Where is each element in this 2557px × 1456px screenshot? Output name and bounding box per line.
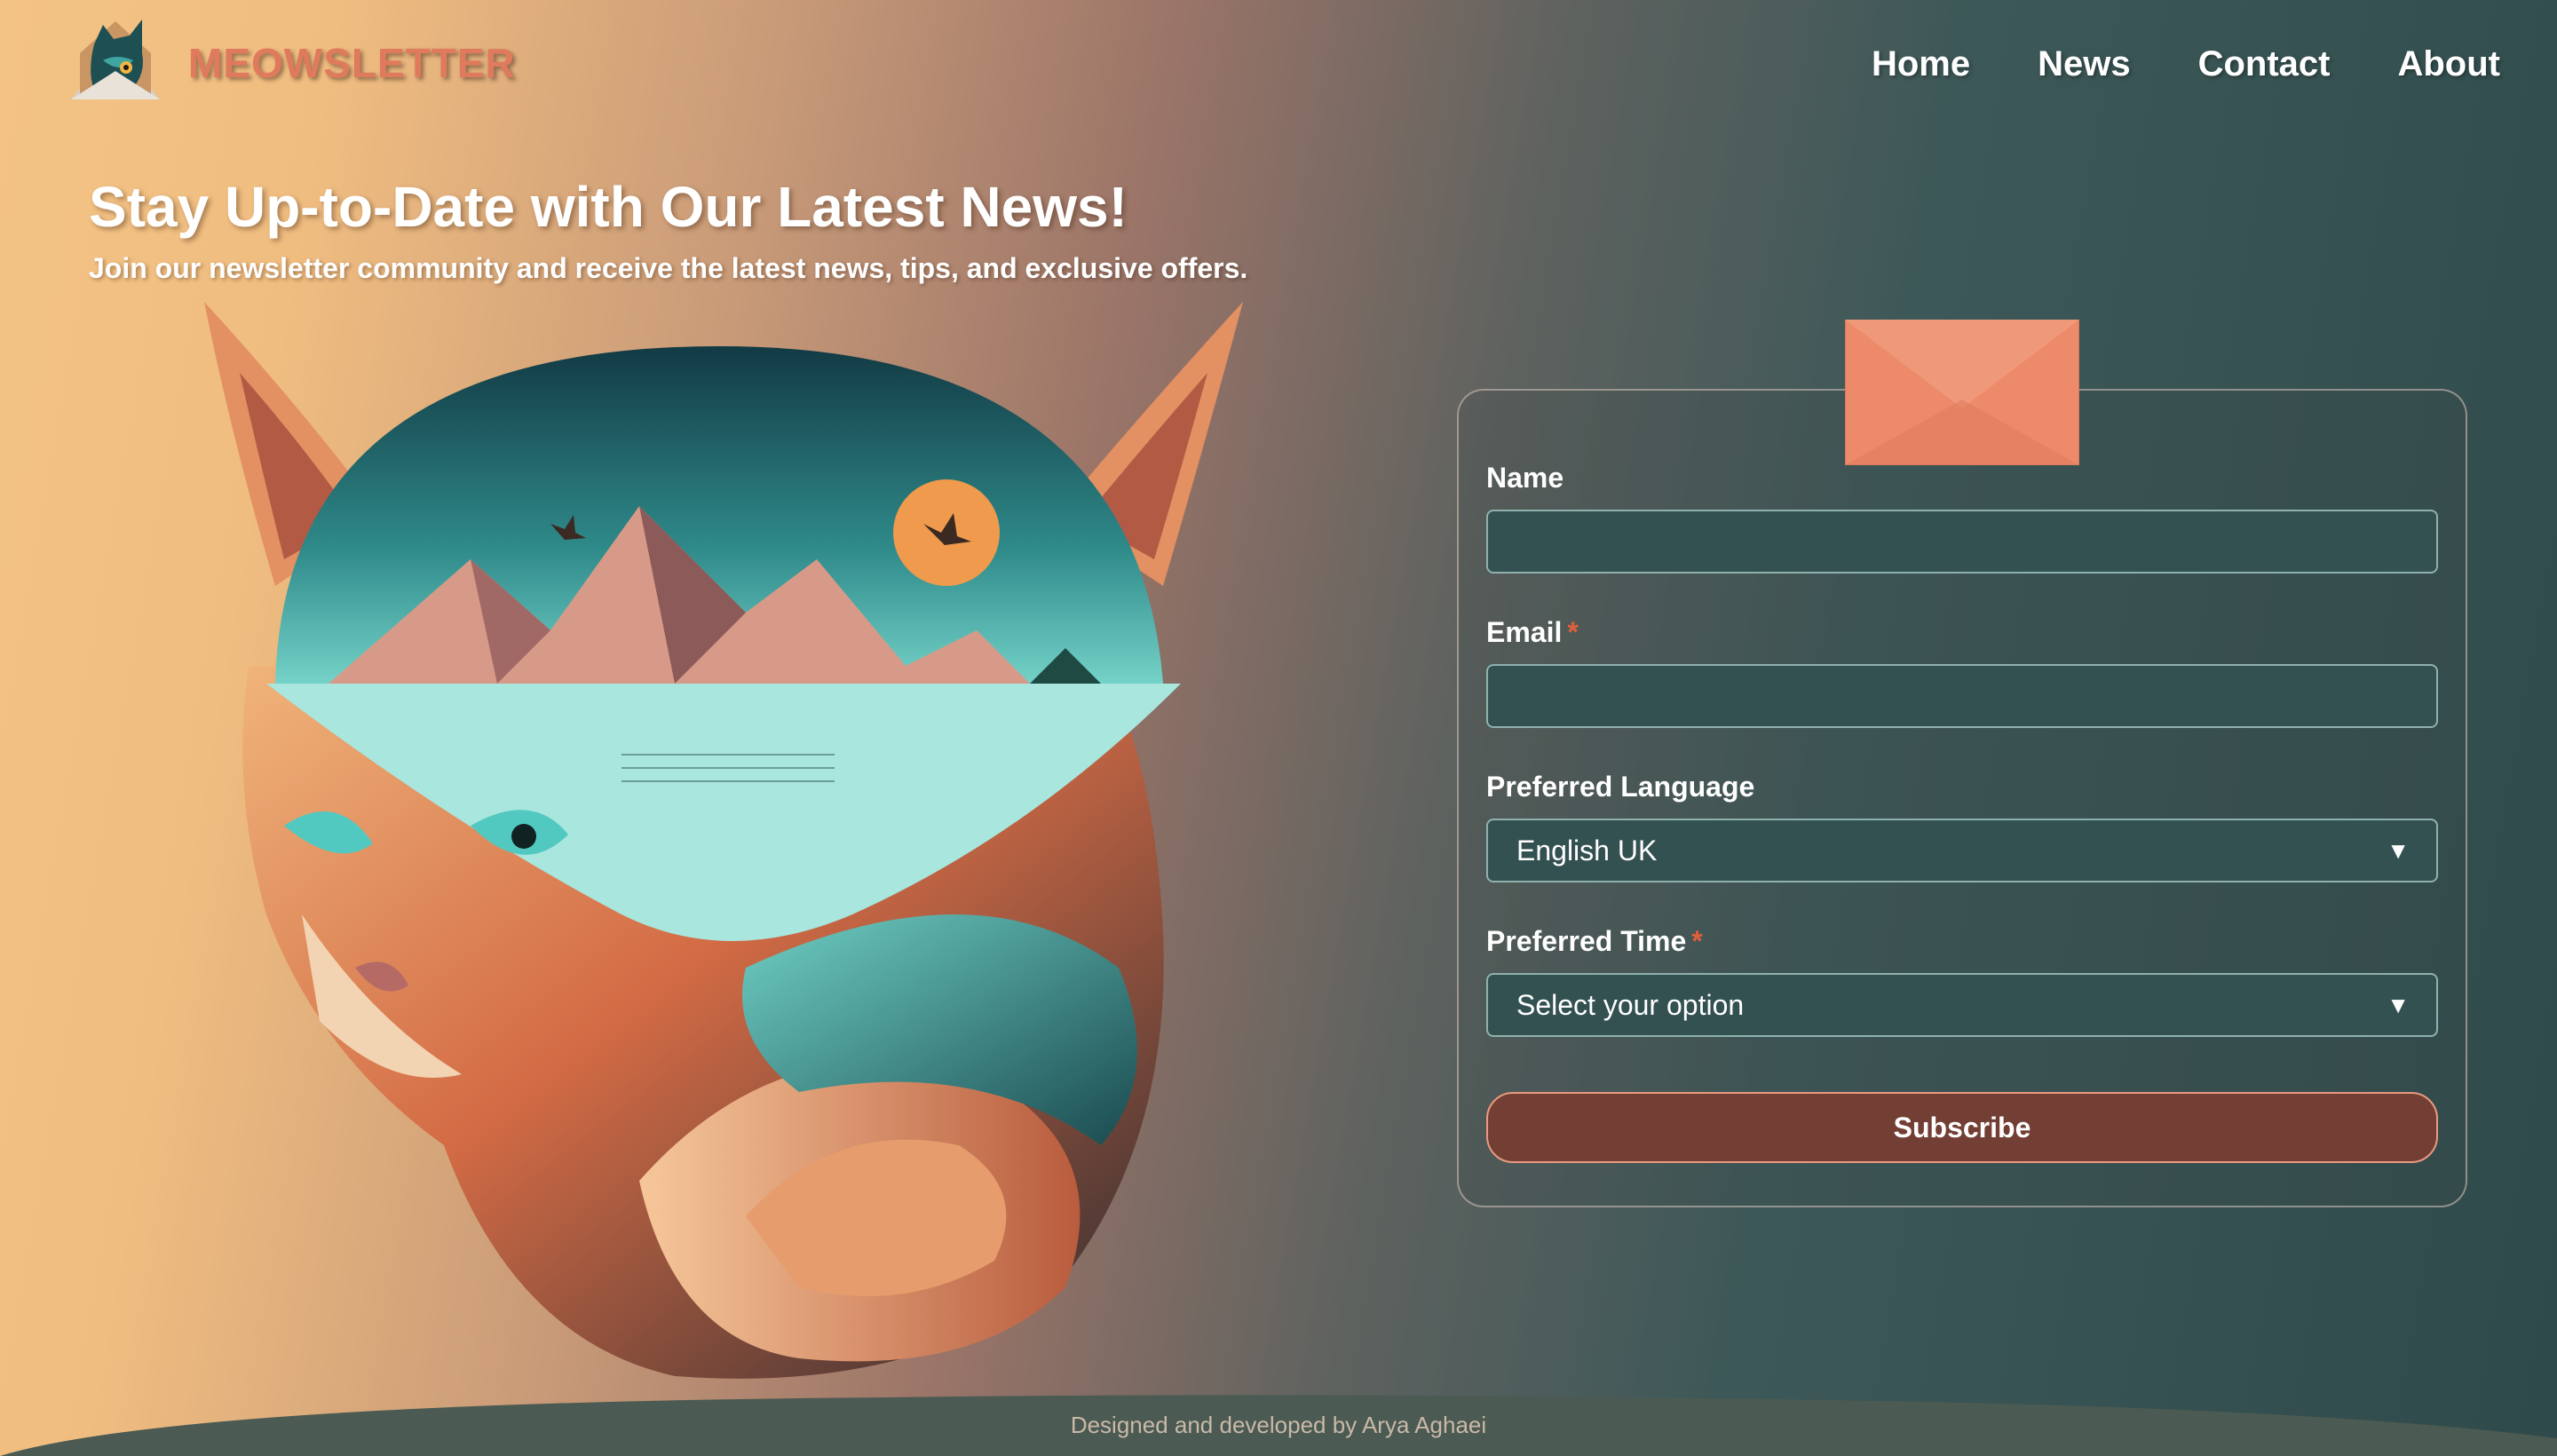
required-marker: * <box>1691 925 1703 957</box>
email-input[interactable] <box>1486 664 2438 728</box>
chevron-down-icon: ▼ <box>2387 836 2410 864</box>
time-label: Preferred Time * <box>1486 925 1703 958</box>
time-label-text: Preferred Time <box>1486 925 1687 957</box>
language-label: Preferred Language <box>1486 771 1755 803</box>
required-marker: * <box>1567 616 1579 648</box>
cat-illustration <box>204 302 1243 1379</box>
time-selected-value: Select your option <box>1516 988 1745 1021</box>
subscribe-button[interactable]: Subscribe <box>1486 1092 2438 1163</box>
hero-subtitle: Join our newsletter community and receiv… <box>89 252 1248 284</box>
nav-home-link[interactable]: Home <box>1872 44 1970 84</box>
envelope-icon <box>1845 320 2079 465</box>
language-selected-value: English UK <box>1516 834 1658 866</box>
hero-title: Stay Up-to-Date with Our Latest News! <box>89 175 1128 239</box>
footer-credit: Designed and developed by Arya Aghaei <box>1070 1412 1487 1438</box>
nav-contact-link[interactable]: Contact <box>2198 44 2331 84</box>
name-input[interactable] <box>1486 510 2438 574</box>
name-label: Name <box>1486 462 1564 494</box>
nav-about-link[interactable]: About <box>2397 44 2500 84</box>
nav-news-link[interactable]: News <box>2038 44 2131 84</box>
language-select[interactable]: English UK ▼ <box>1486 819 2438 882</box>
chevron-down-icon: ▼ <box>2387 991 2410 1018</box>
time-select[interactable]: Select your option ▼ <box>1486 973 2438 1037</box>
cat-envelope-logo-icon <box>71 20 160 99</box>
email-label-text: Email <box>1486 616 1563 648</box>
main-nav: Home News Contact About <box>1804 44 2500 84</box>
brand-name: MEOWSLETTER <box>188 40 516 86</box>
brand-logo[interactable]: MEOWSLETTER <box>67 18 516 108</box>
email-label: Email * <box>1486 616 1579 649</box>
